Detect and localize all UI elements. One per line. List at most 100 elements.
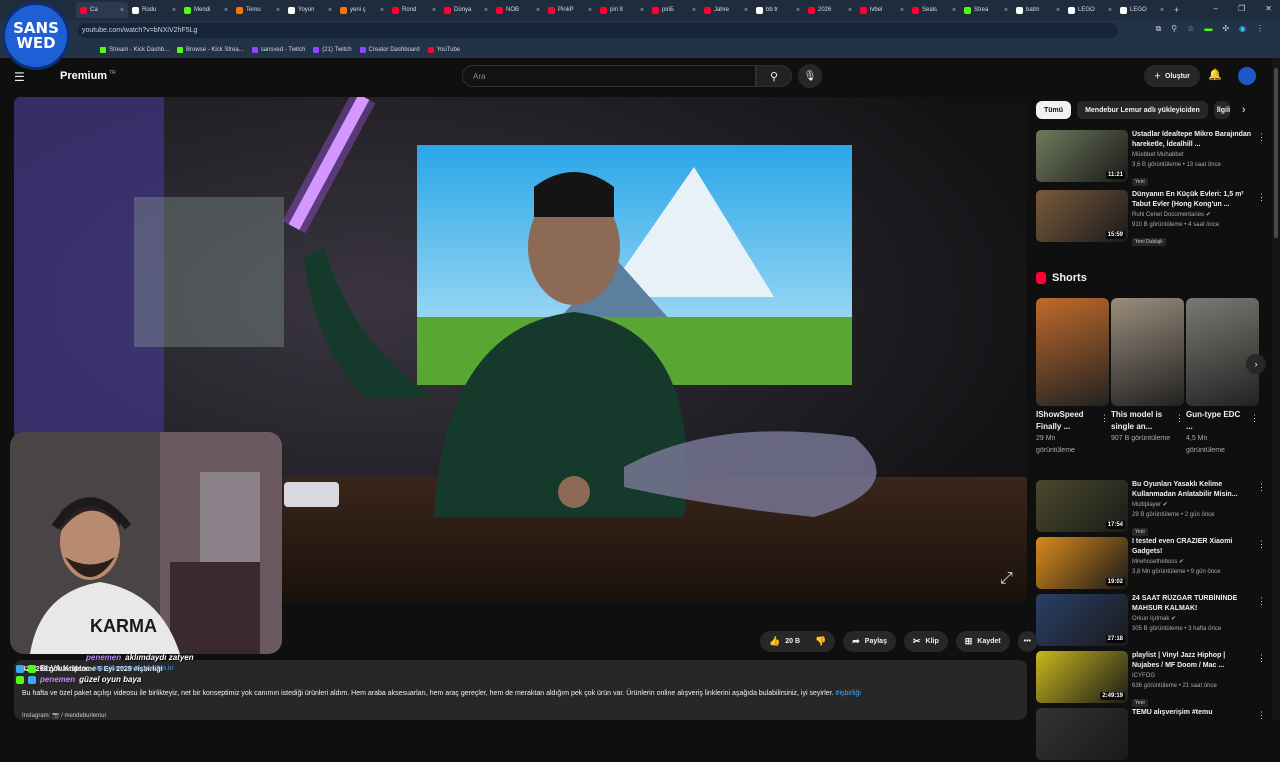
tab-close-icon[interactable]: × <box>848 7 852 14</box>
tab-close-icon[interactable]: × <box>640 7 644 14</box>
maximize-button[interactable]: ❐ <box>1238 4 1245 13</box>
video-thumbnail[interactable] <box>1036 708 1128 760</box>
zoom-icon[interactable]: ⚲ <box>1171 24 1177 34</box>
more-options-icon[interactable]: ⋮ <box>1257 132 1266 143</box>
short-thumbnail[interactable] <box>1186 298 1259 406</box>
browser-tab[interactable]: piri 8 × <box>596 2 648 18</box>
tab-close-icon[interactable]: × <box>328 7 332 14</box>
browser-tab[interactable]: Strea × <box>960 2 1012 18</box>
tab-close-icon[interactable]: × <box>796 7 800 14</box>
browser-tab[interactable]: NOB × <box>492 2 544 18</box>
browser-tab[interactable]: Rond × <box>388 2 440 18</box>
recommended-video[interactable]: 27:18 24 SAAT RÜZGAR TÜRBİNİNDE MAHSUR KA… <box>1036 594 1266 648</box>
short-title[interactable]: IShowSpeed Finally ... <box>1036 409 1098 433</box>
new-tab-button[interactable]: + <box>1174 5 1179 15</box>
more-options-icon[interactable]: ⋮ <box>1250 413 1259 424</box>
extension-icon[interactable]: ▬ <box>1204 24 1212 34</box>
browser-tab[interactable]: bb tr × <box>752 2 804 18</box>
bookmark-item[interactable]: Creator Dashboard <box>359 46 420 53</box>
bookmark-star-icon[interactable]: ☆ <box>1187 24 1194 34</box>
like-button[interactable]: 👍 20 B 👎 <box>760 631 836 652</box>
channel-name[interactable]: Orkun Işıtmak ✔ <box>1132 614 1252 624</box>
chip-related[interactable]: İlgili <box>1213 101 1230 119</box>
minimize-button[interactable]: – <box>1214 4 1218 13</box>
close-window-button[interactable]: ✕ <box>1265 4 1272 13</box>
tab-close-icon[interactable]: × <box>172 7 176 14</box>
browser-tab[interactable]: Mendi × <box>180 2 232 18</box>
tab-close-icon[interactable]: × <box>952 7 956 14</box>
tab-close-icon[interactable]: × <box>1004 7 1008 14</box>
more-options-icon[interactable]: ⋮ <box>1100 413 1109 424</box>
browser-tab[interactable]: 2026 × <box>804 2 856 18</box>
notifications-bell-icon[interactable]: 🔔 <box>1208 68 1222 81</box>
tab-close-icon[interactable]: × <box>692 7 696 14</box>
tab-close-icon[interactable]: × <box>1160 7 1164 14</box>
video-thumbnail[interactable]: 19:02 <box>1036 537 1128 589</box>
video-title[interactable]: TEMU alışverişim #temu <box>1132 708 1252 718</box>
browser-tab[interactable]: yeni ç × <box>336 2 388 18</box>
voice-search-button[interactable]: 🎙 <box>798 64 822 88</box>
video-thumbnail[interactable]: 15:59 <box>1036 190 1128 242</box>
recommended-video[interactable]: 15:59 Dünyanın En Küçük Evleri: 1,5 m² Ta… <box>1036 190 1266 246</box>
video-title[interactable]: Bu Oyunları Yasaklı Kelime Kullanmadan A… <box>1132 480 1252 500</box>
browser-menu-icon[interactable]: ⋮ <box>1256 24 1264 34</box>
video-thumbnail[interactable]: 11:21 <box>1036 130 1128 182</box>
more-options-icon[interactable]: ⋮ <box>1257 539 1266 550</box>
shorts-next-button[interactable]: › <box>1246 354 1266 374</box>
browser-tab[interactable]: PinkP × <box>544 2 596 18</box>
recommended-video[interactable]: 2:49:19 playlist | Vinyl Jazz Hiphop | Nu… <box>1036 651 1266 707</box>
tab-close-icon[interactable]: × <box>536 7 540 14</box>
video-thumbnail[interactable]: 2:49:19 <box>1036 651 1128 703</box>
browser-tab[interactable]: Yoyon × <box>284 2 336 18</box>
recommended-video[interactable]: TEMU alışverişim #temu ⋮ <box>1036 708 1266 762</box>
video-title[interactable]: I tested even CRAZIER Xiaomi Gadgets! <box>1132 537 1252 557</box>
browser-tab[interactable]: Seals × <box>908 2 960 18</box>
video-thumbnail[interactable]: 17:54 <box>1036 480 1128 532</box>
more-options-icon[interactable]: ⋮ <box>1257 192 1266 203</box>
tab-close-icon[interactable]: × <box>224 7 228 14</box>
more-options-icon[interactable]: ⋮ <box>1257 653 1266 664</box>
browser-tab[interactable]: LEGO × <box>1116 2 1168 18</box>
browser-tab[interactable]: piriБ × <box>648 2 700 18</box>
channel-name[interactable]: ICYFOG <box>1132 671 1252 681</box>
tab-close-icon[interactable]: × <box>432 7 436 14</box>
tab-close-icon[interactable]: × <box>900 7 904 14</box>
miniplayer-icon[interactable]: ⤢ <box>1000 570 1013 588</box>
tab-close-icon[interactable]: × <box>1056 7 1060 14</box>
tab-close-icon[interactable]: × <box>588 7 592 14</box>
profile-icon[interactable]: ◉ <box>1239 24 1246 34</box>
tab-close-icon[interactable]: × <box>484 7 488 14</box>
chip-all[interactable]: Tümü <box>1036 101 1072 119</box>
hamburger-menu-icon[interactable]: ☰ <box>14 70 25 84</box>
browser-tab[interactable]: Jahre × <box>700 2 752 18</box>
browser-tab[interactable]: lvbel × <box>856 2 908 18</box>
short-title[interactable]: This model is single an... <box>1111 409 1173 433</box>
chip-from-uploader[interactable]: Mendebur Lemur adlı yükleyiciden <box>1077 101 1208 119</box>
browser-tab[interactable]: Temu × <box>232 2 284 18</box>
search-input[interactable]: Ara <box>462 65 756 87</box>
puzzle-icon[interactable]: ✣ <box>1222 24 1229 34</box>
tab-close-icon[interactable]: × <box>1108 7 1112 14</box>
short-card[interactable]: This model is single an... 907 B görüntül… <box>1111 298 1184 445</box>
scrollbar-thumb[interactable] <box>1274 68 1278 238</box>
create-button[interactable]: ＋ Oluştur <box>1144 65 1200 87</box>
video-title[interactable]: 24 SAAT RÜZGAR TÜRBİNİNDE MAHSUR KALMAK! <box>1132 594 1252 614</box>
recommended-video[interactable]: 19:02 I tested even CRAZIER Xiaomi Gadget… <box>1036 537 1266 591</box>
channel-name[interactable]: Multiplayer ✔ <box>1132 500 1252 510</box>
chat-link[interactable]: https://www.bbvakripto.com.tr/ <box>93 666 173 672</box>
video-title[interactable]: Dünyanın En Küçük Evleri: 1,5 m² Tabut E… <box>1132 190 1252 210</box>
recommended-video[interactable]: 17:54 Bu Oyunları Yasaklı Kelime Kullanma… <box>1036 480 1266 536</box>
bookmark-item[interactable]: YouTube <box>427 46 460 53</box>
tab-close-icon[interactable]: × <box>744 7 748 14</box>
video-title[interactable]: playlist | Vinyl Jazz Hiphop | Nujabes /… <box>1132 651 1252 671</box>
account-avatar[interactable] <box>1238 67 1256 85</box>
browser-tab[interactable]: Dünya × <box>440 2 492 18</box>
browser-tab[interactable]: LEGO × <box>1064 2 1116 18</box>
video-title[interactable]: Üstadlar İdealtepe Mikro Barajından hare… <box>1132 130 1252 150</box>
short-thumbnail[interactable] <box>1036 298 1109 406</box>
search-button[interactable]: ⚲ <box>756 65 792 87</box>
bookmark-item[interactable]: (21) Twitch <box>313 46 352 53</box>
bookmark-item[interactable]: sansved - Twitch <box>251 46 305 53</box>
more-options-icon[interactable]: ⋮ <box>1257 710 1266 721</box>
tab-close-icon[interactable]: × <box>276 7 280 14</box>
